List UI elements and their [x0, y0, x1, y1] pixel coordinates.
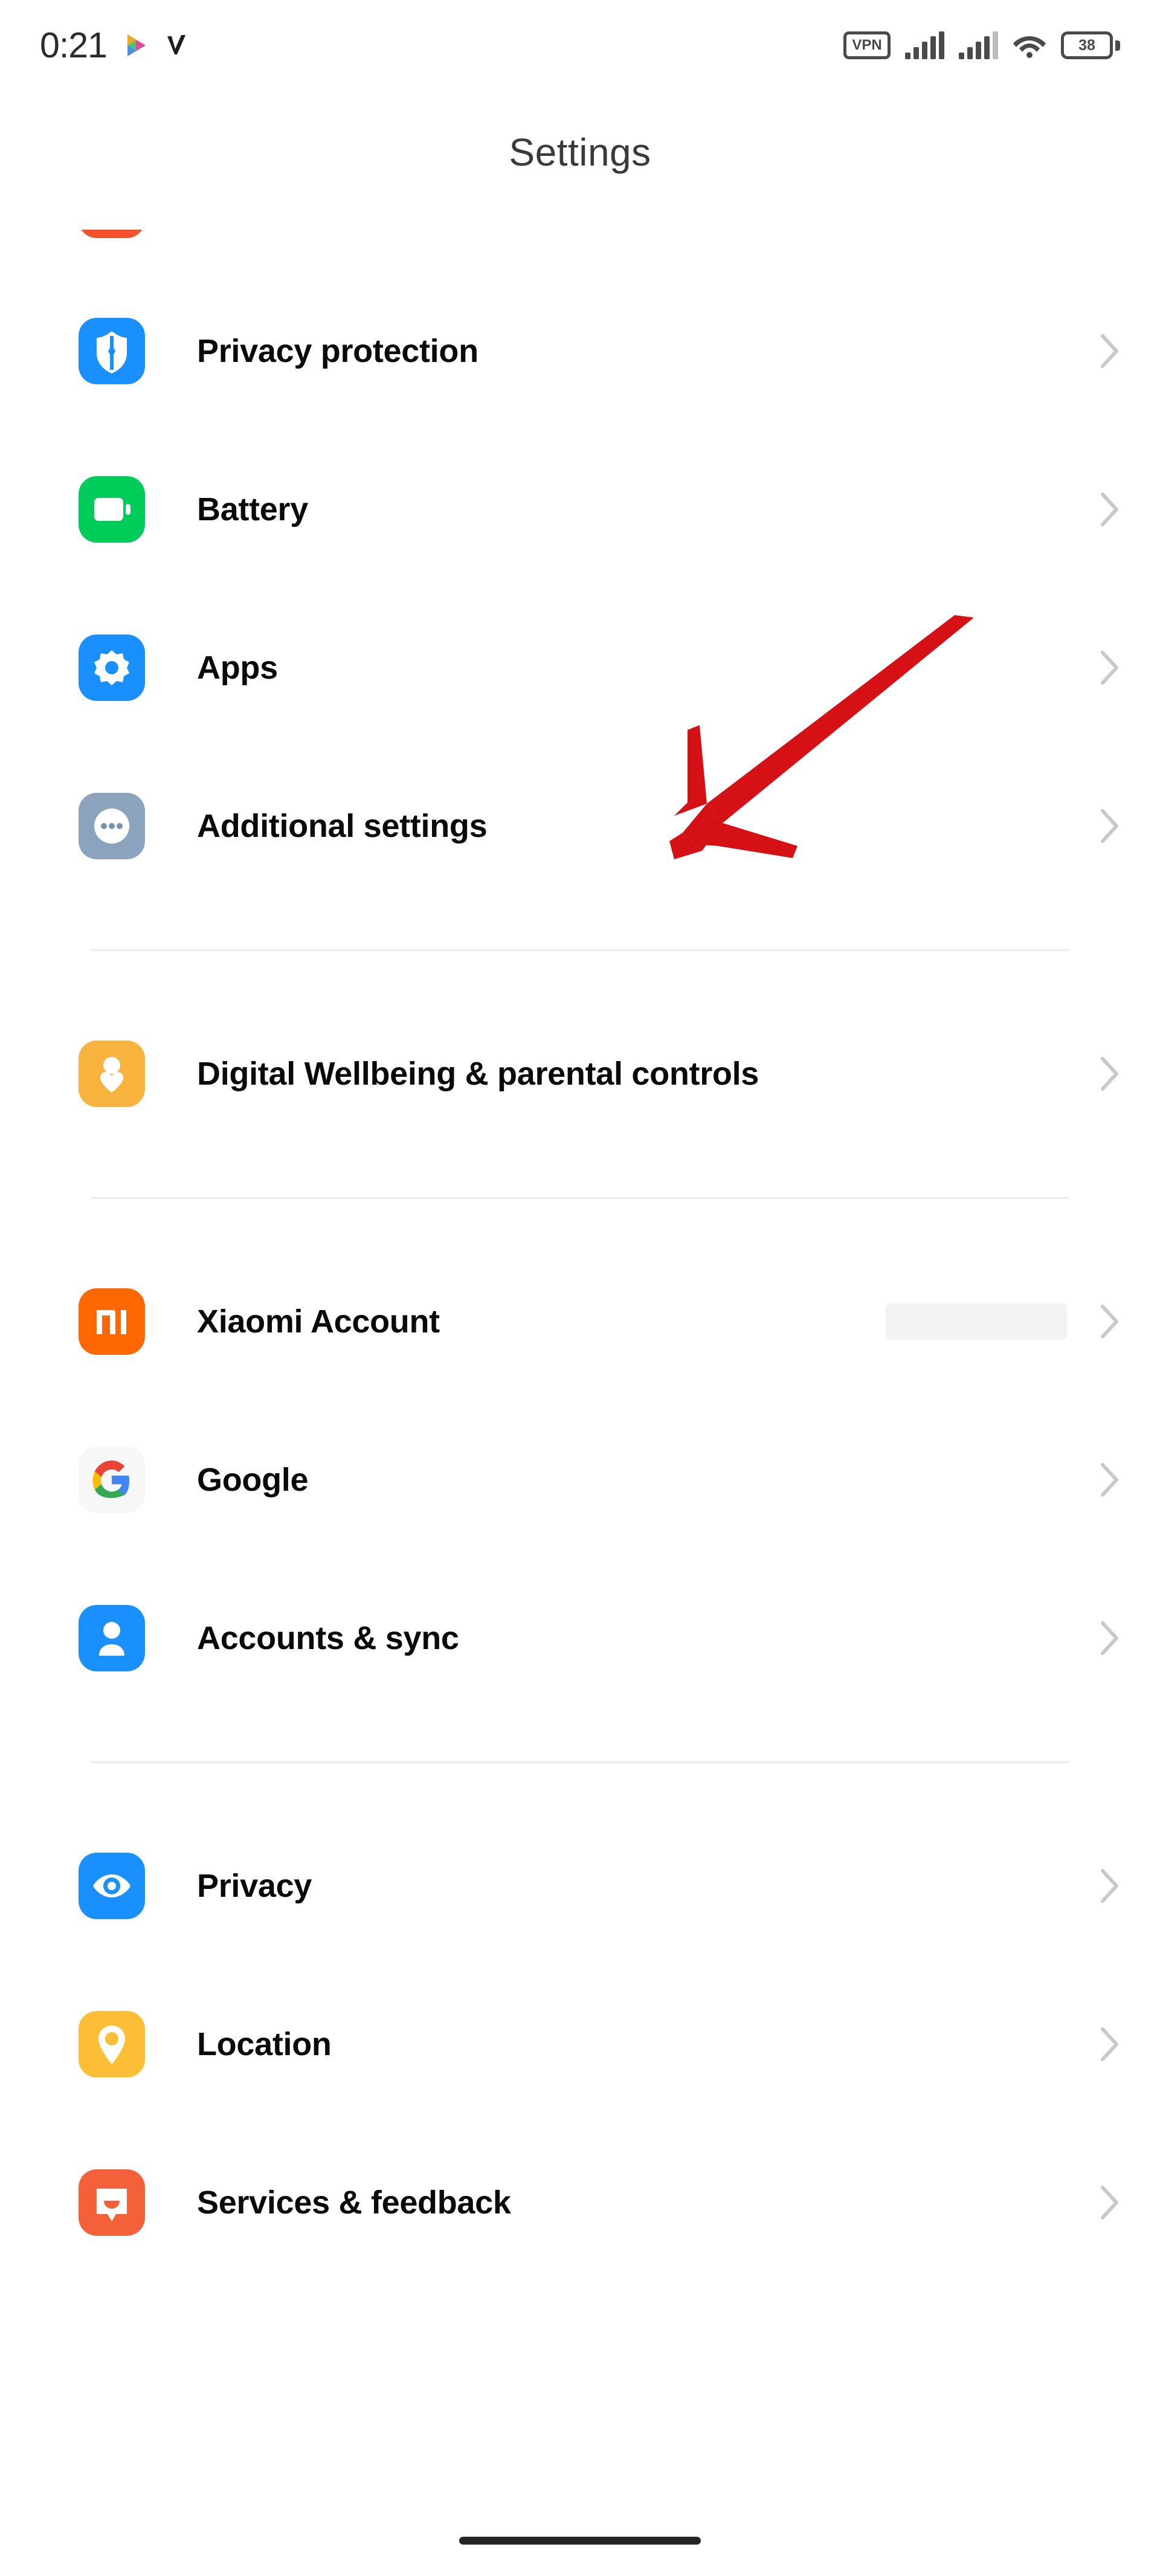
chevron-right-icon — [1100, 650, 1120, 685]
battery-settings-icon — [79, 476, 145, 543]
person-icon — [79, 1605, 145, 1671]
settings-row-label: Accounts & sync — [197, 1620, 459, 1656]
person-heart-icon — [79, 1041, 145, 1107]
group-divider — [0, 905, 1160, 995]
group-divider — [0, 1717, 1160, 1807]
group-divider — [0, 1153, 1160, 1242]
divider-line — [91, 1196, 1069, 1199]
settings-row-label: Digital Wellbeing & parental controls — [197, 1056, 759, 1092]
account-value-redacted — [886, 1303, 1067, 1340]
settings-row-label: Battery — [197, 491, 308, 528]
settings-list: Privacy protection Battery Apps Addition… — [0, 230, 1160, 2282]
settings-row-google[interactable]: Google — [0, 1401, 1160, 1559]
feedback-face-icon — [79, 2169, 145, 2236]
chevron-right-icon — [1100, 1304, 1120, 1339]
battery-cap — [1115, 40, 1120, 51]
shield-lock-icon — [79, 318, 145, 384]
chevron-right-icon — [1100, 1868, 1120, 1903]
page-title: Settings — [509, 131, 651, 174]
chevron-right-icon — [1100, 809, 1120, 844]
chevron-right-icon — [1100, 1056, 1120, 1091]
chevron-right-icon — [1100, 2027, 1120, 2062]
chevron-right-icon — [1100, 1621, 1120, 1656]
chevron-right-icon — [1100, 2185, 1120, 2220]
chevron-right-icon — [1100, 1462, 1120, 1497]
settings-row-privacy-protection[interactable]: Privacy protection — [0, 272, 1160, 430]
settings-row-additional-settings[interactable]: Additional settings — [0, 747, 1160, 905]
divider-line — [91, 949, 1069, 951]
settings-row-label: Privacy — [197, 1868, 312, 1904]
settings-row-label: Privacy protection — [197, 333, 478, 369]
settings-row-label: Location — [197, 2026, 332, 2062]
settings-row-services-feedback[interactable]: Services & feedback — [0, 2123, 1160, 2282]
settings-row-privacy[interactable]: Privacy — [0, 1807, 1160, 1965]
vpn-badge-icon: VPN — [843, 31, 891, 59]
eye-icon — [79, 1853, 145, 1919]
home-gesture-bar[interactable] — [459, 2537, 701, 2545]
divider-line — [91, 1761, 1069, 1763]
settings-row-label: Services & feedback — [197, 2184, 511, 2221]
gear-icon — [79, 634, 145, 701]
signal-bars-sim2-icon — [959, 31, 998, 59]
wifi-icon — [1013, 31, 1046, 59]
chevron-right-icon — [1100, 492, 1120, 527]
settings-row-location[interactable]: Location — [0, 1965, 1160, 2123]
battery-icon: 38 — [1061, 31, 1120, 59]
status-clock: 0:21 — [40, 25, 108, 65]
settings-row-label: Apps — [197, 650, 278, 686]
google-g-icon — [79, 1447, 145, 1513]
status-bar-left: 0:21 — [40, 25, 188, 65]
partial-row-icon — [79, 230, 145, 238]
settings-row-digital-wellbeing[interactable]: Digital Wellbeing & parental controls — [0, 995, 1160, 1153]
status-bar: 0:21 VPN 38 — [0, 0, 1160, 91]
media-play-colorful-icon — [123, 32, 149, 59]
settings-row-accounts-sync[interactable]: Accounts & sync — [0, 1559, 1160, 1717]
settings-row-label: Xiaomi Account — [197, 1303, 440, 1340]
status-bar-right: VPN 38 — [843, 31, 1120, 59]
settings-row-battery[interactable]: Battery — [0, 430, 1160, 589]
battery-level-text: 38 — [1061, 31, 1113, 59]
settings-row-apps[interactable]: Apps — [0, 589, 1160, 747]
checkmark-v-icon — [165, 33, 188, 58]
chevron-right-icon — [1100, 334, 1120, 369]
settings-row-label: Additional settings — [197, 808, 488, 844]
settings-row-xiaomi-account[interactable]: Xiaomi Account — [0, 1242, 1160, 1401]
location-pin-icon — [79, 2011, 145, 2077]
partial-row-above[interactable] — [0, 230, 1160, 272]
settings-row-label: Google — [197, 1462, 309, 1498]
more-dots-icon — [79, 793, 145, 859]
mi-logo-icon — [79, 1288, 145, 1355]
signal-bars-sim1-icon — [905, 31, 944, 59]
